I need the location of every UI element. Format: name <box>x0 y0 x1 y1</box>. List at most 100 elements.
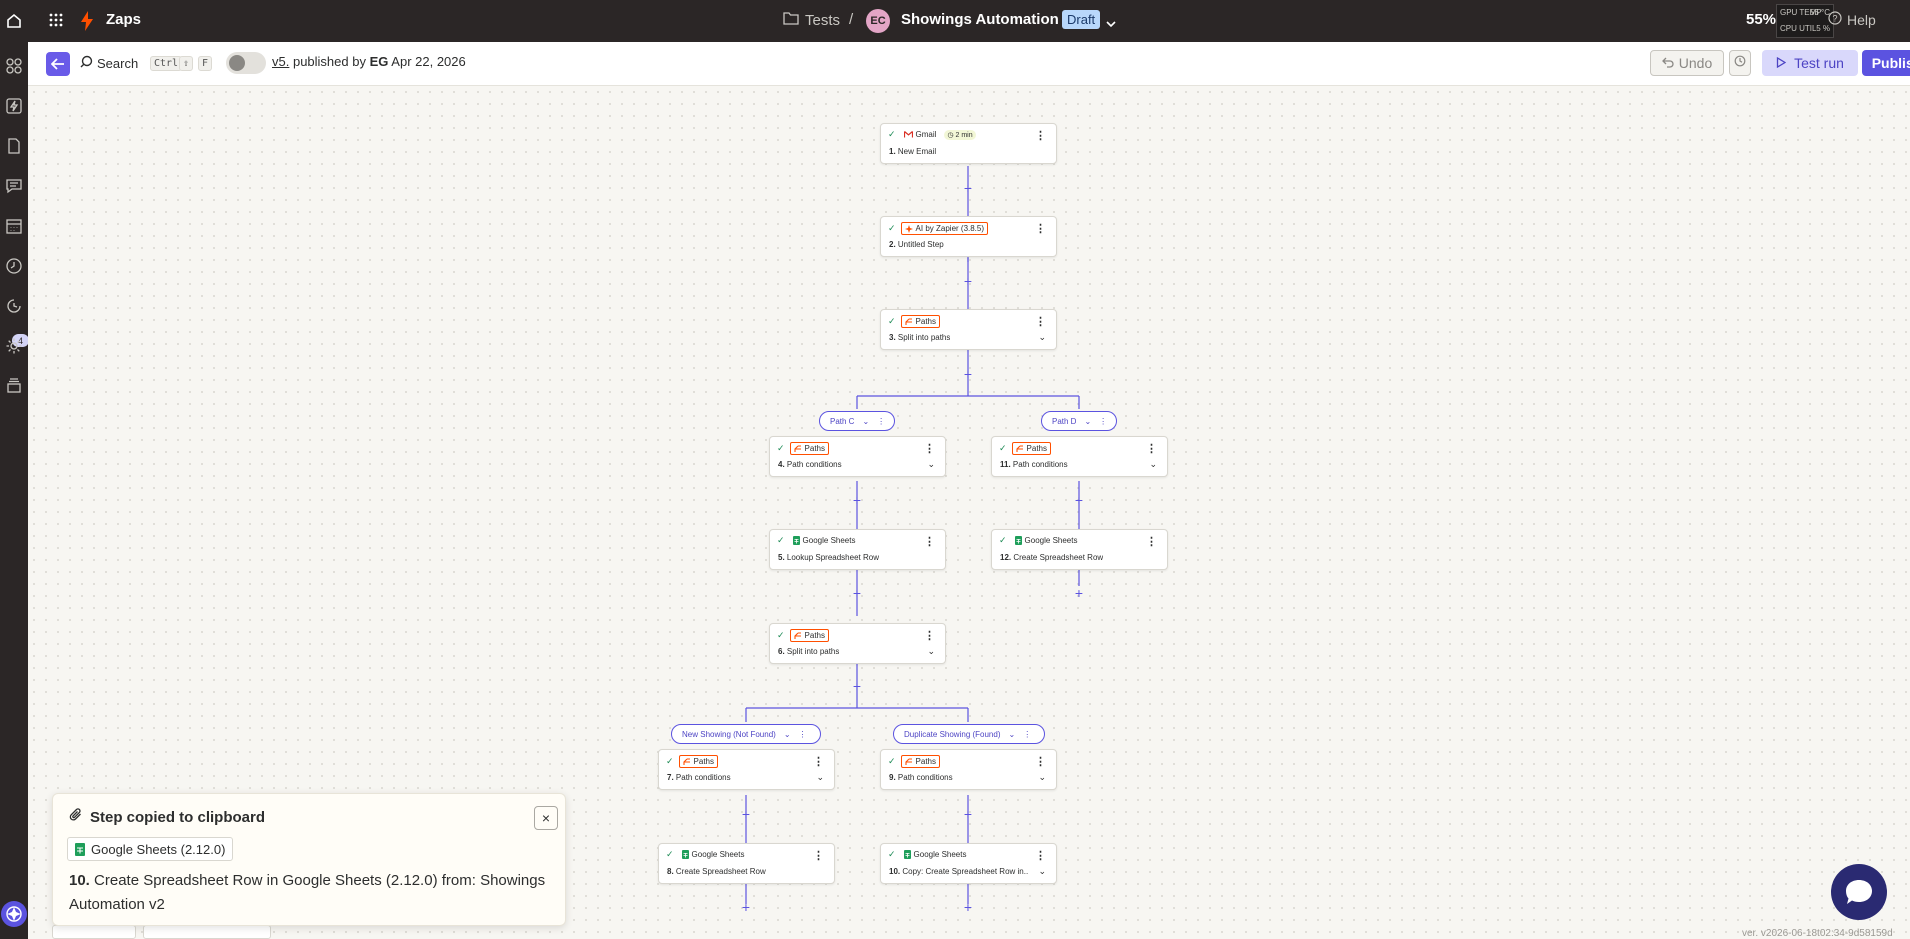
chat-nav-icon[interactable] <box>5 177 23 195</box>
add-step-plus-icon[interactable]: + <box>850 679 864 693</box>
chevron-down-icon[interactable]: ⌄ <box>1009 730 1016 739</box>
copilot-icon[interactable] <box>1 901 27 927</box>
version-link[interactable]: v5. <box>272 54 289 69</box>
chevron-down-icon[interactable]: ⌄ <box>816 772 824 783</box>
step-card-12[interactable]: ✓ Google Sheets 12. Create Spreadsheet R… <box>991 529 1168 570</box>
chevron-down-icon[interactable]: ⌄ <box>1084 417 1091 426</box>
step-card-9[interactable]: ✓ Paths 9. Path conditions ⋮ ⌄ <box>880 749 1057 790</box>
stack-nav-icon[interactable] <box>5 377 23 395</box>
more-options-icon[interactable]: ⋮ <box>1035 129 1046 142</box>
chevron-down-icon[interactable]: ⌄ <box>1038 332 1046 343</box>
more-options-icon[interactable]: ⋮ <box>1035 315 1046 328</box>
add-step-plus-icon[interactable]: + <box>961 367 975 381</box>
home-icon[interactable] <box>0 0 28 42</box>
settings-nav-icon[interactable] <box>5 337 23 355</box>
chat-support-button[interactable] <box>1831 864 1887 920</box>
more-options-icon[interactable]: ⋮ <box>1099 417 1107 426</box>
back-button[interactable] <box>46 52 70 76</box>
step-card-6[interactable]: ✓ Paths 6. Split into paths ⋮ ⌄ <box>769 623 946 664</box>
path-new-showing-label[interactable]: New Showing (Not Found) ⌄ ⋮ <box>671 724 821 744</box>
publish-button[interactable]: Publish <box>1862 50 1910 76</box>
path-c-label[interactable]: Path C ⌄ ⋮ <box>819 411 895 431</box>
add-step-plus-icon[interactable]: + <box>961 274 975 288</box>
chevron-down-icon[interactable] <box>1106 15 1116 33</box>
zap-on-off-toggle[interactable] <box>226 52 266 74</box>
activity-nav-icon[interactable] <box>5 297 23 315</box>
toast-title-row: Step copied to clipboard <box>69 808 265 826</box>
step-card-1[interactable]: ✓ Gmail ◷ 2 min 1. New Email ⋮ <box>880 123 1057 164</box>
history-icon <box>1734 54 1746 72</box>
app-name[interactable]: Zaps <box>106 11 141 28</box>
version-history-button[interactable] <box>1729 50 1751 76</box>
more-options-icon[interactable]: ⋮ <box>924 442 935 455</box>
undo-button[interactable]: Undo <box>1650 50 1724 76</box>
step-card-8[interactable]: ✓ Google Sheets 8. Create Spreadsheet Ro… <box>658 843 835 884</box>
lightning-nav-icon[interactable] <box>5 97 23 115</box>
chevron-down-icon[interactable]: ⌄ <box>784 730 791 739</box>
paths-icon <box>793 631 801 639</box>
apps-grid-icon[interactable] <box>48 12 64 33</box>
chevron-down-icon[interactable]: ⌄ <box>1149 459 1157 470</box>
zap-title[interactable]: Showings Automation v1 <box>901 11 1080 28</box>
add-step-plus-icon[interactable]: + <box>739 807 753 821</box>
more-options-icon[interactable]: ⋮ <box>813 849 824 862</box>
step-title: Path conditions <box>897 773 953 782</box>
step-card-2[interactable]: ✓ AI by Zapier (3.8.5) 2. Untitled Step … <box>880 216 1057 257</box>
more-options-icon[interactable]: ⋮ <box>1146 442 1157 455</box>
step-card-3[interactable]: ✓ Paths 3. Split into paths ⋮ ⌄ <box>880 309 1057 350</box>
search-label: Search <box>97 55 139 71</box>
step-card-7[interactable]: ✓ Paths 7. Path conditions ⋮ ⌄ <box>658 749 835 790</box>
chevron-down-icon[interactable]: ⌄ <box>927 646 935 657</box>
add-step-plus-icon[interactable]: + <box>850 586 864 600</box>
more-options-icon[interactable]: ⋮ <box>877 417 885 426</box>
more-options-icon[interactable]: ⋮ <box>924 629 935 642</box>
add-step-plus-icon[interactable]: + <box>850 493 864 507</box>
clock-nav-icon[interactable] <box>5 257 23 275</box>
add-step-plus-icon[interactable]: + <box>961 807 975 821</box>
avatar[interactable]: EC <box>866 9 890 33</box>
add-step-plus-icon[interactable]: + <box>961 181 975 195</box>
add-step-plus-icon[interactable]: + <box>739 900 753 914</box>
step-card-5[interactable]: ✓ Google Sheets 5. Lookup Spreadsheet Ro… <box>769 529 946 570</box>
breadcrumb-folder[interactable]: Tests <box>783 11 840 29</box>
help-button[interactable]: ? Help <box>1828 11 1876 28</box>
more-options-icon[interactable]: ⋮ <box>1035 849 1046 862</box>
undo-label: Undo <box>1678 55 1713 71</box>
step-number: 10. <box>69 872 90 889</box>
calendar-nav-icon[interactable] <box>5 217 23 235</box>
more-options-icon[interactable]: ⋮ <box>1146 535 1157 548</box>
perf-percent: 55% <box>1746 11 1777 28</box>
app-chip: Google Sheets (2.12.0) <box>67 837 234 861</box>
more-options-icon[interactable]: ⋮ <box>924 535 935 548</box>
path-d-label[interactable]: Path D ⌄ ⋮ <box>1041 411 1117 431</box>
chevron-down-icon[interactable]: ⌄ <box>927 459 935 470</box>
document-nav-icon[interactable] <box>5 137 23 155</box>
app-chip: Paths <box>789 629 830 642</box>
app-name: AI by Zapier (3.8.5) <box>915 224 985 233</box>
hidden-panel-tab[interactable] <box>52 925 136 939</box>
check-icon: ✓ <box>999 443 1007 453</box>
add-step-plus-icon[interactable]: + <box>1072 586 1086 600</box>
hidden-panel-tab[interactable] <box>143 925 271 939</box>
chevron-down-icon[interactable]: ⌄ <box>1038 772 1046 783</box>
chevron-down-icon[interactable]: ⌄ <box>1038 866 1046 877</box>
app-name: Google Sheets <box>802 536 856 545</box>
add-step-plus-icon[interactable]: + <box>1072 493 1086 507</box>
more-options-icon[interactable]: ⋮ <box>813 755 824 768</box>
more-options-icon[interactable]: ⋮ <box>1023 730 1031 739</box>
test-run-button[interactable]: Test run <box>1762 50 1858 76</box>
more-options-icon[interactable]: ⋮ <box>799 730 807 739</box>
google-sheets-icon <box>681 850 689 859</box>
step-card-11[interactable]: ✓ Paths 11. Path conditions ⋮ ⌄ <box>991 436 1168 477</box>
path-duplicate-showing-label[interactable]: Duplicate Showing (Found) ⌄ ⋮ <box>893 724 1045 744</box>
step-card-10[interactable]: ✓ Google Sheets 10. Copy: Create Spreads… <box>880 843 1057 884</box>
more-options-icon[interactable]: ⋮ <box>1035 222 1046 235</box>
step-card-4[interactable]: ✓ Paths 4. Path conditions ⋮ ⌄ <box>769 436 946 477</box>
zaps-nav-icon[interactable] <box>5 57 23 75</box>
more-options-icon[interactable]: ⋮ <box>1035 755 1046 768</box>
add-step-plus-icon[interactable]: + <box>961 900 975 914</box>
shortcut-ctrl: Ctrl <box>150 56 183 71</box>
chevron-down-icon[interactable]: ⌄ <box>862 417 869 426</box>
search-button[interactable]: Search <box>80 55 138 71</box>
close-button[interactable]: × <box>534 806 558 830</box>
